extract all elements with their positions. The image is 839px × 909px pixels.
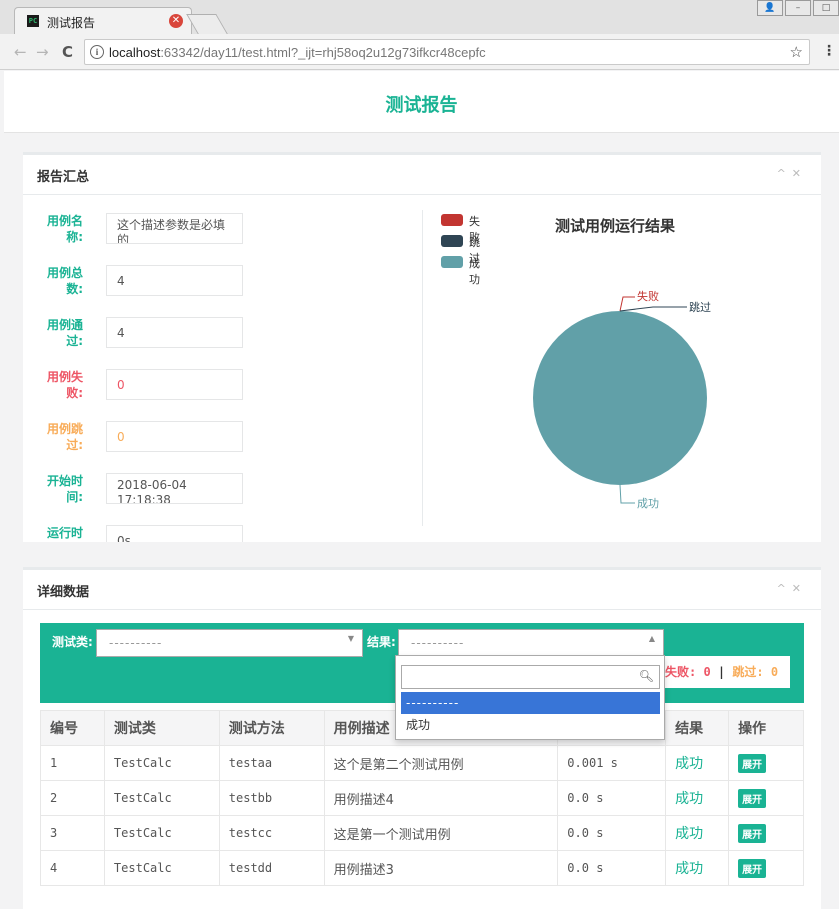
- cell-method: testbb: [218, 780, 325, 816]
- table-row: 1 TestCalc testaa 这个是第二个测试用例 0.001 s 成功 展开: [40, 745, 804, 781]
- url-path: :63342/day11/test.html?_ijt=rhj58oq2u12g…: [160, 45, 486, 60]
- cell-time: 0.0 s: [557, 780, 667, 816]
- column-header[interactable]: 操作: [728, 710, 804, 746]
- column-header[interactable]: 结果: [665, 710, 730, 746]
- count-separator: |: [710, 665, 733, 679]
- cell-method: testcc: [218, 815, 325, 851]
- cell-result: 成功: [665, 815, 730, 851]
- expand-button[interactable]: 展开: [738, 823, 767, 843]
- fail-count: 失败: 0: [665, 665, 711, 679]
- table-row: 3 TestCalc testcc 这是第一个测试用例 0.0 s 成功 展开: [40, 815, 804, 851]
- cell-time: 0.001 s: [557, 745, 667, 781]
- browser-toolbar: ← → C i localhost:63342/day11/test.html?…: [0, 34, 839, 70]
- panel-tools: ^✕: [777, 582, 807, 595]
- reload-icon[interactable]: C: [62, 43, 73, 61]
- cell-action: 展开: [728, 850, 804, 886]
- pie-label: 跳过: [689, 300, 711, 314]
- result-select-dropdown: 🔍︎ ---------- 成功: [395, 655, 665, 740]
- filter-class-label: 测试类:: [52, 635, 93, 649]
- cell-class: TestCalc: [103, 850, 220, 886]
- pie-label-line: [619, 484, 635, 504]
- column-header[interactable]: 编号: [40, 710, 105, 746]
- page-header: 测试报告: [4, 71, 839, 133]
- cell-method: testdd: [218, 850, 325, 886]
- table-row: 2 TestCalc testbb 用例描述4 0.0 s 成功 展开: [40, 780, 804, 816]
- cell-class: TestCalc: [103, 745, 220, 781]
- cell-action: 展开: [728, 815, 804, 851]
- result-select[interactable]: ---------- ▲: [398, 629, 664, 657]
- pie-label: 成功: [637, 497, 659, 510]
- maximize-button[interactable]: □: [813, 0, 839, 16]
- back-arrow-icon[interactable]: ←: [14, 43, 27, 61]
- dropdown-option[interactable]: ----------: [401, 692, 660, 714]
- chevron-up-icon: ▲: [648, 634, 655, 643]
- forward-arrow-icon[interactable]: →: [36, 43, 49, 61]
- expand-button[interactable]: 展开: [738, 858, 767, 878]
- user-icon[interactable]: 👤: [757, 0, 783, 16]
- search-icon: 🔍︎: [638, 669, 654, 683]
- cell-description: 这是第一个测试用例: [323, 815, 559, 851]
- cell-result: 成功: [665, 780, 730, 816]
- menu-icon[interactable]: ⋮: [822, 43, 836, 59]
- column-header[interactable]: 测试方法: [218, 710, 325, 746]
- cell-id: 4: [40, 850, 105, 886]
- pie-slice[interactable]: [533, 311, 707, 485]
- column-header[interactable]: 测试类: [103, 710, 220, 746]
- page-title: 测试报告: [385, 95, 458, 116]
- cell-result: 成功: [665, 745, 730, 781]
- expand-button[interactable]: 展开: [738, 753, 767, 773]
- cell-class: TestCalc: [103, 780, 220, 816]
- dropdown-option[interactable]: 成功: [401, 714, 660, 736]
- cell-action: 展开: [728, 780, 804, 816]
- pie-label-line: [619, 296, 635, 312]
- pie-label-line: [619, 306, 687, 312]
- pie-label: 失败: [637, 289, 659, 303]
- results-table-body: 1 TestCalc testaa 这个是第二个测试用例 0.001 s 成功 展开 2 Tes…: [40, 745, 804, 886]
- pie-chart: 失败跳过成功: [533, 289, 711, 510]
- url-host: localhost: [109, 45, 161, 60]
- dropdown-search-input[interactable]: 🔍︎: [401, 665, 660, 689]
- test-class-select[interactable]: ---------- ▼: [96, 629, 363, 657]
- cell-id: 2: [40, 780, 105, 816]
- close-panel-icon[interactable]: ✕: [792, 582, 807, 595]
- cell-time: 0.0 s: [557, 815, 667, 851]
- summary-panel: 报告汇总 ^✕ 用例名 称: 这个描述参数是必填的用例总 数: 4 用例通 过: 4 用例失 败:…: [23, 152, 821, 542]
- detail-panel-header: 详细数据 ^✕: [23, 570, 821, 610]
- filter-result-label: 结果:: [367, 635, 396, 649]
- result-counts: 失败: 0 | 跳过: 0: [663, 656, 790, 688]
- cell-result: 成功: [665, 850, 730, 886]
- bookmark-star-icon[interactable]: ☆: [790, 43, 803, 61]
- cell-description: 用例描述3: [323, 850, 559, 886]
- address-bar[interactable]: i localhost:63342/day11/test.html?_ijt=r…: [84, 39, 810, 65]
- cell-id: 3: [40, 815, 105, 851]
- cell-time: 0.0 s: [557, 850, 667, 886]
- chevron-down-icon: ▼: [347, 634, 354, 643]
- expand-button[interactable]: 展开: [738, 788, 767, 808]
- cell-class: TestCalc: [103, 815, 220, 851]
- result-select-value: ----------: [411, 636, 465, 650]
- cell-action: 展开: [728, 745, 804, 781]
- cell-method: testaa: [218, 745, 325, 781]
- cell-description: 这个是第二个测试用例: [323, 745, 559, 781]
- cell-id: 1: [40, 745, 105, 781]
- browser-tabstrip: PC 测试报告 ✕ 👤 – □: [0, 0, 839, 34]
- window-controls: 👤 – □: [755, 0, 839, 16]
- table-row: 4 TestCalc testdd 用例描述3 0.0 s 成功 展开: [40, 850, 804, 886]
- minimize-button[interactable]: –: [785, 0, 811, 16]
- tab-title: 测试报告: [47, 16, 96, 30]
- url-text[interactable]: localhost:63342/day11/test.html?_ijt=rhj…: [109, 45, 486, 60]
- cell-description: 用例描述4: [323, 780, 559, 816]
- browser-tab[interactable]: PC 测试报告 ✕: [14, 7, 192, 34]
- new-tab-button[interactable]: [186, 14, 228, 34]
- test-class-select-value: ----------: [109, 636, 163, 650]
- info-icon[interactable]: i: [90, 45, 104, 59]
- skip-count: 跳过: 0: [732, 665, 779, 679]
- detail-panel-title: 详细数据: [37, 585, 90, 600]
- tab-close-icon[interactable]: ✕: [169, 14, 183, 28]
- collapse-icon[interactable]: ^: [777, 582, 792, 595]
- pycharm-favicon-icon: PC: [27, 15, 39, 27]
